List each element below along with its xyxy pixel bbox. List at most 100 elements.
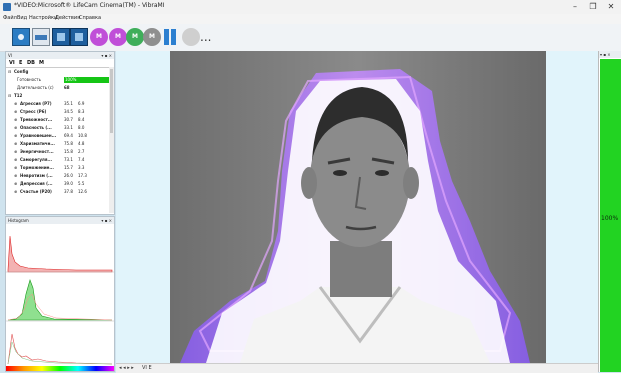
face-photo bbox=[170, 51, 546, 363]
parameter-row[interactable]: ⊕ Харизматичн... 75.8 4.8 bbox=[6, 140, 110, 148]
parameter-variation: 12.6 bbox=[78, 189, 87, 194]
more-button[interactable]: ... bbox=[200, 28, 214, 46]
parameter-value: 73.1 bbox=[64, 157, 73, 162]
scrollbar-thumb[interactable] bbox=[110, 69, 113, 133]
menu-file[interactable]: Файл bbox=[3, 15, 17, 21]
frame-button[interactable] bbox=[70, 28, 88, 46]
collapse-icon[interactable]: ⊟ bbox=[8, 92, 11, 100]
tab-e[interactable]: E bbox=[19, 60, 22, 66]
parameter-variation: 7.4 bbox=[78, 157, 85, 162]
menu-help[interactable]: Справка bbox=[79, 15, 101, 21]
parameter-label: Уравновешен... bbox=[20, 133, 57, 138]
parameter-value: 75.8 bbox=[64, 141, 73, 146]
result-panel-controls[interactable]: ▾ ▪ × bbox=[599, 51, 621, 58]
maximize-button[interactable]: ❐ bbox=[586, 1, 600, 13]
parameter-variation: 5.5 bbox=[78, 181, 85, 186]
mode-m3-button[interactable]: M bbox=[126, 28, 144, 46]
parameter-label: Невротизм (... bbox=[20, 173, 53, 178]
histogram-graphs bbox=[6, 224, 114, 365]
collapse-icon[interactable]: ⊟ bbox=[8, 68, 11, 76]
mode-m4-button[interactable]: M bbox=[143, 28, 161, 46]
menu-actions[interactable]: Действия bbox=[55, 15, 80, 21]
nav-arrows[interactable]: ◂ ◂ ▸ ▸ bbox=[119, 365, 134, 371]
expand-icon[interactable]: ⊕ bbox=[14, 108, 17, 116]
mode-m2-button[interactable]: M bbox=[109, 28, 127, 46]
expand-icon[interactable]: ⊕ bbox=[14, 124, 17, 132]
vi-panel-controls[interactable]: ▾ ▪ × bbox=[101, 52, 112, 59]
expand-icon[interactable]: ⊕ bbox=[14, 180, 17, 188]
parameter-label: Энергичност... bbox=[20, 149, 54, 154]
expand-icon[interactable]: ⊕ bbox=[14, 100, 17, 108]
menu-bar: Файл Вид Настройки Действия Справка bbox=[0, 14, 621, 24]
parameter-row[interactable]: ⊕ Энергичност... 15.8 2.7 bbox=[6, 148, 110, 156]
duration-value: 68 bbox=[64, 85, 70, 90]
tab-db[interactable]: DB bbox=[27, 60, 35, 66]
duration-row: Длительность (с) 68 bbox=[6, 84, 110, 92]
menu-settings[interactable]: Настройки bbox=[29, 15, 57, 21]
expand-icon[interactable]: ⊕ bbox=[14, 140, 17, 148]
minimize-button[interactable]: – bbox=[568, 1, 582, 13]
parameter-value: 15.7 bbox=[64, 165, 73, 170]
expand-icon[interactable]: ⊕ bbox=[14, 116, 17, 124]
parameter-row[interactable]: ⊕ Тревожност... 30.7 8.4 bbox=[6, 116, 110, 124]
expand-icon[interactable]: ⊕ bbox=[14, 172, 17, 180]
color-spectrum bbox=[6, 366, 114, 371]
parameter-value: 34.5 bbox=[64, 109, 73, 114]
parameter-row[interactable]: ⊕ Агрессия (P7) 35.1 6.9 bbox=[6, 100, 110, 108]
t12-label: T12 bbox=[14, 93, 23, 98]
parameter-value: 33.1 bbox=[64, 125, 73, 130]
parameter-variation: 8.0 bbox=[78, 125, 85, 130]
parameter-row[interactable]: ⊕ Невротизм (... 26.0 17.3 bbox=[6, 172, 110, 180]
histogram-panel-title: Histogram ▾ ▪ × bbox=[6, 217, 114, 224]
expand-icon[interactable]: ⊕ bbox=[14, 148, 17, 156]
expand-icon[interactable]: ⊕ bbox=[14, 188, 17, 196]
menu-view[interactable]: Вид bbox=[17, 15, 27, 21]
parameter-variation: 2.7 bbox=[78, 149, 85, 154]
expand-icon[interactable]: ⊕ bbox=[14, 164, 17, 172]
parameter-variation: 17.3 bbox=[78, 173, 87, 178]
parameter-label: Опасность (... bbox=[20, 125, 52, 130]
bottom-tabs[interactable]: VI E bbox=[142, 365, 152, 371]
mode-m1-button[interactable]: M bbox=[90, 28, 108, 46]
vibraimage-render bbox=[170, 51, 546, 363]
parameter-row[interactable]: ⊕ Торможение... 15.7 3.3 bbox=[6, 164, 110, 172]
pause-button[interactable] bbox=[162, 28, 178, 46]
settings-round-button[interactable] bbox=[182, 28, 200, 46]
parameter-row[interactable]: ⊕ Счастье (P20) 37.8 12.6 bbox=[6, 188, 110, 196]
expand-icon[interactable]: ⊕ bbox=[14, 156, 17, 164]
vi-panel-scrollbar[interactable] bbox=[109, 67, 114, 213]
parameter-label: Саморегуля... bbox=[20, 157, 52, 162]
parameter-row[interactable]: ⊕ Саморегуля... 73.1 7.4 bbox=[6, 156, 110, 164]
window-title: *VIDEO:Microsoft® LifeCam Cinema(TM) - V… bbox=[14, 2, 165, 9]
parameter-row[interactable]: ⊕ Уравновешен... 69.4 10.8 bbox=[6, 132, 110, 140]
video-view bbox=[116, 51, 598, 363]
vi-panel-title: VI ▾ ▪ × bbox=[6, 52, 114, 59]
histogram-panel-controls[interactable]: ▾ ▪ × bbox=[101, 217, 112, 224]
readiness-label: Готовность bbox=[17, 77, 41, 82]
readiness-value: 100% bbox=[64, 77, 110, 83]
tab-vi[interactable]: VI bbox=[9, 60, 15, 66]
tab-m[interactable]: M bbox=[39, 60, 44, 66]
parameter-variation: 8.3 bbox=[78, 109, 85, 114]
parameter-variation: 3.3 bbox=[78, 165, 85, 170]
video-file-button[interactable] bbox=[32, 28, 50, 46]
parameter-row[interactable]: ⊕ Опасность (... 33.1 8.0 bbox=[6, 124, 110, 132]
camera-button[interactable] bbox=[12, 28, 30, 46]
parameter-row[interactable]: ⊕ Депрессия (... 39.0 5.5 bbox=[6, 180, 110, 188]
parameter-variation: 10.8 bbox=[78, 133, 87, 138]
parameter-value: 69.4 bbox=[64, 133, 73, 138]
parameter-label: Тревожност... bbox=[20, 117, 53, 122]
config-label: Config bbox=[14, 69, 29, 74]
parameter-value: 37.8 bbox=[64, 189, 73, 194]
parameter-variation: 8.4 bbox=[78, 117, 85, 122]
expand-icon[interactable]: ⊕ bbox=[14, 132, 17, 140]
capture-button[interactable] bbox=[52, 28, 70, 46]
parameter-value: 35.1 bbox=[64, 101, 73, 106]
toolbar: M M M M ... bbox=[0, 24, 621, 52]
config-group[interactable]: ⊟ Config bbox=[6, 68, 110, 76]
close-button[interactable]: ✕ bbox=[604, 1, 618, 13]
parameter-label: Счастье (P20) bbox=[20, 189, 52, 194]
t12-group[interactable]: ⊟ T12 bbox=[6, 92, 110, 100]
readiness-row: Готовность 100% bbox=[6, 76, 110, 84]
parameter-row[interactable]: ⊕ Стресс (P6) 34.5 8.3 bbox=[6, 108, 110, 116]
